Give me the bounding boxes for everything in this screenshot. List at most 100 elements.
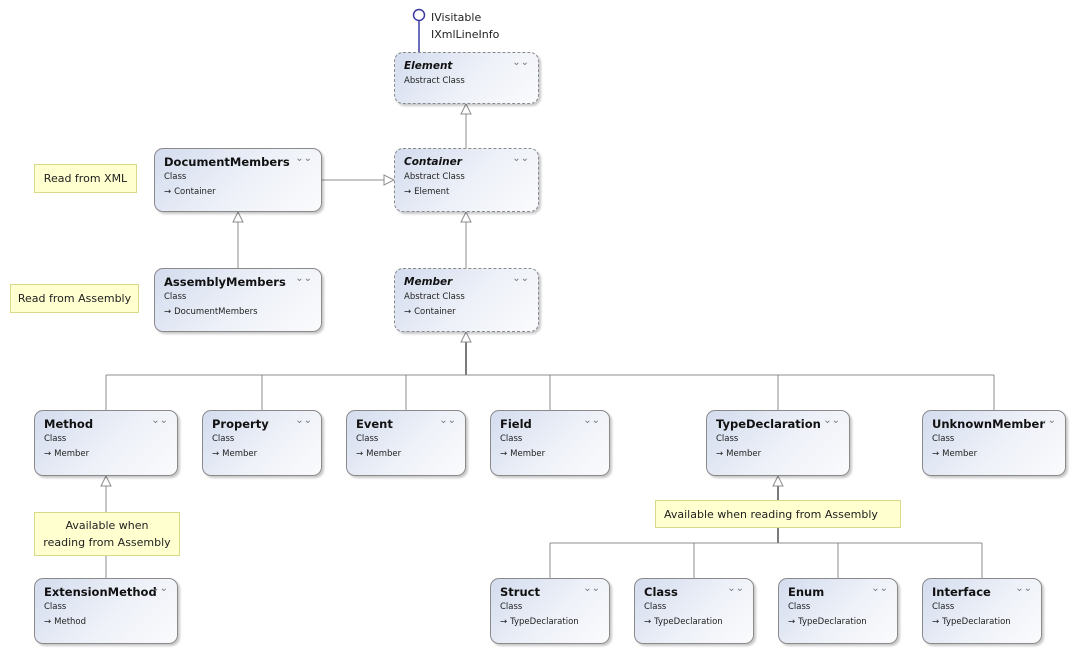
base-class: → TypeDeclaration xyxy=(788,615,888,629)
inherit-arrow xyxy=(460,210,472,223)
base-class-name: TypeDeclaration xyxy=(510,617,579,627)
base-class-name: Member xyxy=(726,449,762,459)
base-class: → Container xyxy=(404,305,529,319)
class-box-method[interactable]: Method Class → Member ⌄⌄ xyxy=(34,410,178,476)
collapse-chevron-icon[interactable]: ⌄⌄ xyxy=(439,415,456,427)
collapse-chevron-icon[interactable]: ⌄⌄ xyxy=(583,415,600,427)
class-kind: Abstract Class xyxy=(404,76,465,86)
inherits-arrow-icon: → xyxy=(164,187,172,197)
class-kind: Class xyxy=(932,434,955,444)
inherits-arrow-icon: → xyxy=(44,617,52,627)
class-box-extensionmethod[interactable]: ExtensionMethod Class → Method ⌄⌄ xyxy=(34,578,178,644)
base-class: → Member xyxy=(212,447,312,461)
base-class: → Element xyxy=(404,185,529,199)
class-box-event[interactable]: Event Class → Member ⌄⌄ xyxy=(346,410,466,476)
collapse-chevron-icon[interactable]: ⌄⌄ xyxy=(583,583,600,595)
class-box-property[interactable]: Property Class → Member ⌄⌄ xyxy=(202,410,322,476)
class-kind: Class xyxy=(44,434,67,444)
class-name: DocumentMembers xyxy=(164,155,290,169)
inherits-arrow-icon: → xyxy=(356,449,364,459)
interface-lollipop-icon xyxy=(412,8,426,22)
class-kind: Class xyxy=(932,602,955,612)
base-class: → DocumentMembers xyxy=(164,305,312,319)
base-class-name: Container xyxy=(174,187,216,197)
base-class-name: Member xyxy=(366,449,402,459)
class-box-container[interactable]: Container Abstract Class → Element ⌄⌄ xyxy=(394,148,539,212)
base-class: → Method xyxy=(44,615,168,629)
note-read-from-xml: Read from XML xyxy=(34,164,137,193)
class-box-typedeclaration[interactable]: TypeDeclaration Class → Member ⌄⌄ xyxy=(706,410,850,476)
class-box-member[interactable]: Member Abstract Class → Container ⌄⌄ xyxy=(394,268,539,332)
collapse-chevron-icon[interactable]: ⌄⌄ xyxy=(512,273,529,285)
inherits-arrow-icon: → xyxy=(644,617,652,627)
class-kind: Class xyxy=(644,602,667,612)
base-class-name: Element xyxy=(414,187,450,197)
inherits-arrow-icon: → xyxy=(500,449,508,459)
base-class: → Member xyxy=(44,447,168,461)
collapse-chevron-icon[interactable]: ⌄⌄ xyxy=(295,415,312,427)
class-name: TypeDeclaration xyxy=(716,417,821,431)
inherit-arrow xyxy=(772,474,784,487)
class-name: ExtensionMethod xyxy=(44,585,157,599)
class-box-struct[interactable]: Struct Class → TypeDeclaration ⌄⌄ xyxy=(490,578,610,644)
base-class-name: Member xyxy=(54,449,90,459)
inherits-arrow-icon: → xyxy=(716,449,724,459)
base-class-name: Container xyxy=(414,307,456,317)
inherits-arrow-icon: → xyxy=(788,617,796,627)
class-kind: Class xyxy=(788,602,811,612)
base-class-name: Member xyxy=(942,449,978,459)
base-class: → Member xyxy=(716,447,840,461)
class-kind: Class xyxy=(500,434,523,444)
class-box-element[interactable]: Element Abstract Class ⌄⌄ xyxy=(394,52,539,104)
class-box-interface[interactable]: Interface Class → TypeDeclaration ⌄⌄ xyxy=(922,578,1042,644)
class-kind: Class xyxy=(164,292,187,302)
base-class-name: Member xyxy=(510,449,546,459)
class-kind: Class xyxy=(44,602,67,612)
collapse-chevron-icon[interactable]: ⌄⌄ xyxy=(512,57,529,69)
collapse-chevron-icon[interactable]: ⌄⌄ xyxy=(151,583,168,595)
base-class: → Container xyxy=(164,185,312,199)
collapse-chevron-icon[interactable]: ⌄⌄ xyxy=(1015,583,1032,595)
base-class: → TypeDeclaration xyxy=(644,615,744,629)
class-box-unknownmember[interactable]: UnknownMember Class → Member ⌄⌄ xyxy=(922,410,1066,476)
inherits-arrow-icon: → xyxy=(164,307,172,317)
inherits-arrow-icon: → xyxy=(404,187,412,197)
class-name: UnknownMember xyxy=(932,417,1046,431)
note-line: reading from Assembly xyxy=(43,536,171,549)
inherit-arrow xyxy=(460,330,472,343)
collapse-chevron-icon[interactable]: ⌄⌄ xyxy=(295,153,312,165)
class-box-enum[interactable]: Enum Class → TypeDeclaration ⌄⌄ xyxy=(778,578,898,644)
class-kind: Class xyxy=(164,172,187,182)
base-class: → TypeDeclaration xyxy=(932,615,1032,629)
collapse-chevron-icon[interactable]: ⌄⌄ xyxy=(1039,415,1056,427)
class-kind: Class xyxy=(356,434,379,444)
inherits-arrow-icon: → xyxy=(500,617,508,627)
class-name: Method xyxy=(44,417,94,431)
class-box-class[interactable]: Class Class → TypeDeclaration ⌄⌄ xyxy=(634,578,754,644)
base-class-name: TypeDeclaration xyxy=(942,617,1011,627)
class-box-field[interactable]: Field Class → Member ⌄⌄ xyxy=(490,410,610,476)
base-class-name: Method xyxy=(54,617,87,627)
inherits-arrow-icon: → xyxy=(404,307,412,317)
inherit-arrow xyxy=(232,210,244,223)
inherits-arrow-icon: → xyxy=(44,449,52,459)
inherits-arrow-icon: → xyxy=(932,617,940,627)
collapse-chevron-icon[interactable]: ⌄⌄ xyxy=(823,415,840,427)
class-kind: Class xyxy=(716,434,739,444)
class-name: Container xyxy=(404,156,462,168)
collapse-chevron-icon[interactable]: ⌄⌄ xyxy=(727,583,744,595)
collapse-chevron-icon[interactable]: ⌄⌄ xyxy=(512,153,529,165)
collapse-chevron-icon[interactable]: ⌄⌄ xyxy=(871,583,888,595)
collapse-chevron-icon[interactable]: ⌄⌄ xyxy=(151,415,168,427)
class-box-documentmembers[interactable]: DocumentMembers Class → Container ⌄⌄ xyxy=(154,148,322,212)
class-kind: Abstract Class xyxy=(404,172,465,182)
class-kind: Class xyxy=(500,602,523,612)
inherit-arrow xyxy=(383,174,396,186)
class-box-assemblymembers[interactable]: AssemblyMembers Class → DocumentMembers ⌄… xyxy=(154,268,322,332)
base-class-name: DocumentMembers xyxy=(174,307,258,317)
inherits-arrow-icon: → xyxy=(932,449,940,459)
collapse-chevron-icon[interactable]: ⌄⌄ xyxy=(295,273,312,285)
inherits-arrow-icon: → xyxy=(212,449,220,459)
class-name: Element xyxy=(404,60,453,72)
class-name: AssemblyMembers xyxy=(164,275,286,289)
